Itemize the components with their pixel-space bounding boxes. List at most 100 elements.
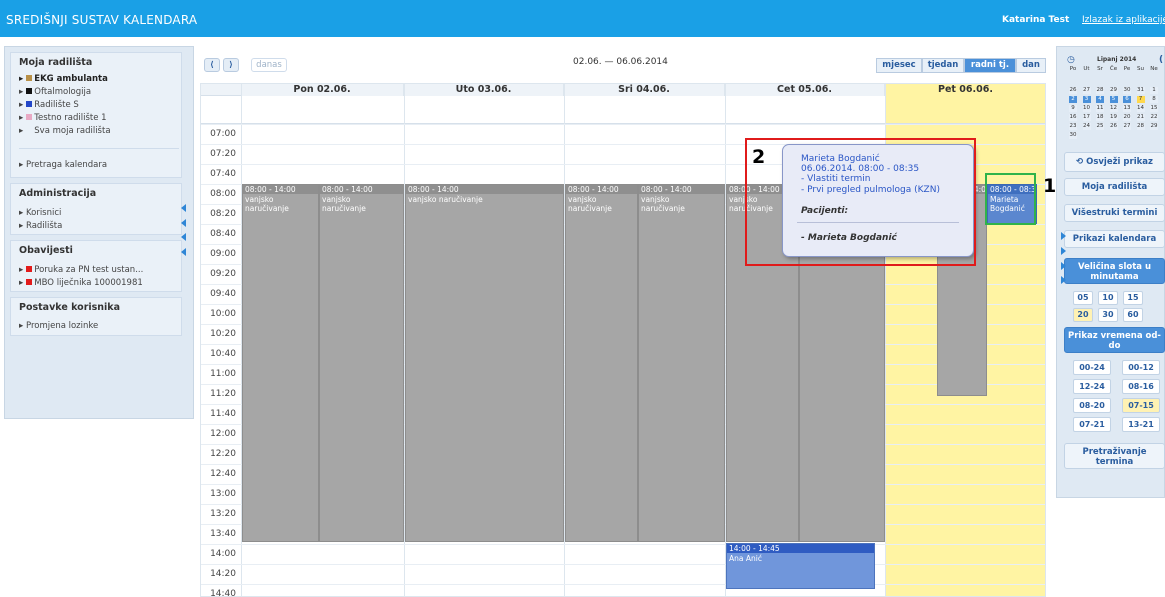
time-range-option[interactable]: 07-15 xyxy=(1122,398,1160,413)
calendar-day[interactable]: 21 xyxy=(1136,114,1145,121)
slot-option[interactable]: 15 xyxy=(1123,291,1143,305)
my-sites-button[interactable]: Moja radilišta xyxy=(1064,178,1165,196)
view-week-button[interactable]: tjedan xyxy=(922,58,964,73)
slot-option[interactable]: 05 xyxy=(1073,291,1093,305)
calendar-day[interactable]: 16 xyxy=(1069,114,1077,121)
calendar-day[interactable]: 27 xyxy=(1082,87,1091,94)
sidebar-item-testno[interactable]: ▸ Testno radilište 1 xyxy=(19,113,107,123)
expand-arrow-icon[interactable] xyxy=(1061,262,1066,270)
expand-arrow-icon[interactable] xyxy=(1061,276,1066,284)
next-month-icon[interactable]: ( xyxy=(1159,55,1163,65)
sidebar-item-all-sites[interactable]: ▸ Sva moja radilišta xyxy=(19,126,111,136)
weekday-label: Su xyxy=(1137,66,1144,72)
time-range-option[interactable]: 13-21 xyxy=(1122,417,1160,432)
expand-arrow-icon[interactable] xyxy=(1061,232,1066,240)
mini-calendar[interactable]: ◷ Lipanj 2014 ( Po Ut Sr Če Pe Su Ne 26 27 28 29 30… xyxy=(1067,55,1165,145)
time-label: 10:40 xyxy=(210,349,236,359)
calendar-day[interactable]: 24 xyxy=(1082,123,1091,130)
prev-month-icon[interactable]: ◷ xyxy=(1067,55,1075,65)
calendar-day[interactable]: 17 xyxy=(1082,114,1091,121)
calendar-day[interactable]: 9 xyxy=(1069,105,1077,112)
logout-link[interactable]: Izlazak iz aplikacije xyxy=(1082,15,1165,25)
calendar-day[interactable]: 23 xyxy=(1069,123,1077,130)
prev-button[interactable]: ⟨ xyxy=(204,58,220,72)
slot-option[interactable]: 30 xyxy=(1098,308,1118,322)
calendar-day[interactable]: 28 xyxy=(1136,123,1145,130)
expand-arrow-icon[interactable] xyxy=(1061,247,1066,255)
next-button[interactable]: ⟩ xyxy=(223,58,239,72)
multi-appointments-button[interactable]: Višestruki termini xyxy=(1064,204,1165,222)
time-label: 07:00 xyxy=(210,129,236,139)
calendar-day[interactable]: 30 xyxy=(1123,87,1131,94)
collapse-arrow-icon[interactable] xyxy=(181,233,186,241)
calendar-day[interactable]: 3 xyxy=(1082,96,1091,103)
slot-option[interactable]: 10 xyxy=(1098,291,1118,305)
sidebar-item-users[interactable]: ▸ Korisnici xyxy=(19,208,61,218)
calendar-day[interactable]: 26 xyxy=(1109,123,1118,130)
appointment-block[interactable]: 08:00 - 14:00 vanjsko naručivanje xyxy=(242,184,319,542)
appointment-block[interactable]: 08:00 - 14:00 vanjsko naručivanje xyxy=(638,184,725,542)
time-range-option[interactable]: 07-21 xyxy=(1073,417,1111,432)
day-header: Čet 05.06. xyxy=(725,84,885,96)
calendar-day[interactable]: 18 xyxy=(1096,114,1104,121)
calendar-day[interactable]: 20 xyxy=(1123,114,1131,121)
calendar-day[interactable]: 10 xyxy=(1082,105,1091,112)
search-appointments-button[interactable]: Pretraživanje termina xyxy=(1064,443,1165,469)
section-title-settings: Postavke korisnika xyxy=(19,302,121,313)
time-range-option[interactable]: 12-24 xyxy=(1073,379,1111,394)
appointment-block[interactable]: 08:00 - 14:00 vanjsko naručivanje xyxy=(405,184,564,542)
slot-option[interactable]: 20 xyxy=(1073,308,1093,322)
calendar-day[interactable]: 19 xyxy=(1109,114,1118,121)
calendar-day[interactable]: 29 xyxy=(1109,87,1118,94)
calendar-day[interactable]: 1 xyxy=(1150,87,1158,94)
calendar-day[interactable]: 7 xyxy=(1136,96,1145,103)
view-day-button[interactable]: dan xyxy=(1016,58,1046,73)
collapse-arrow-icon[interactable] xyxy=(181,204,186,212)
time-range-option[interactable]: 08-20 xyxy=(1073,398,1111,413)
sidebar-item-search-calendar[interactable]: ▸ Pretraga kalendara xyxy=(19,148,179,170)
calendar-day[interactable]: 22 xyxy=(1150,114,1158,121)
collapse-arrow-icon[interactable] xyxy=(181,219,186,227)
calendar-day[interactable]: 8 xyxy=(1150,96,1158,103)
refresh-button[interactable]: ⟲ Osvježi prikaz xyxy=(1064,152,1165,172)
calendar-day[interactable]: 29 xyxy=(1150,123,1158,130)
sidebar-item-notice-1[interactable]: ▸ Poruka za PN test ustan... xyxy=(19,265,143,275)
time-label: 13:40 xyxy=(210,529,236,539)
slot-option[interactable]: 60 xyxy=(1123,308,1143,322)
calendar-day[interactable]: 28 xyxy=(1096,87,1104,94)
calendar-day[interactable]: 30 xyxy=(1069,132,1077,139)
appointment-block[interactable]: 08:00 - 14:00 vanjsko naručivanje xyxy=(565,184,638,542)
appointment-block[interactable]: 08:00 - 14:00 vanjsko naručivanje xyxy=(319,184,404,542)
appointment-ana[interactable]: 14:00 - 14:45 Ana Anić xyxy=(726,543,875,589)
calendar-day[interactable]: 26 xyxy=(1069,87,1077,94)
calendar-day[interactable]: 25 xyxy=(1096,123,1104,130)
calendar-day[interactable]: 5 xyxy=(1109,96,1118,103)
sidebar-item-sites[interactable]: ▸ Radilišta xyxy=(19,221,62,231)
sidebar-item-change-password[interactable]: ▸ Promjena lozinke xyxy=(19,321,98,331)
calendar-day[interactable]: 31 xyxy=(1136,87,1145,94)
calendar-day[interactable]: 4 xyxy=(1096,96,1104,103)
time-range-option[interactable]: 00-12 xyxy=(1122,360,1160,375)
time-label: 08:20 xyxy=(210,209,236,219)
show-calendars-button[interactable]: Prikazi kalendara xyxy=(1064,230,1165,248)
calendar-day[interactable]: 11 xyxy=(1096,105,1104,112)
calendar-day[interactable]: 14 xyxy=(1136,105,1145,112)
time-range-option[interactable]: 08-16 xyxy=(1122,379,1160,394)
today-button[interactable]: danas xyxy=(251,58,287,72)
calendar-day[interactable]: 13 xyxy=(1123,105,1131,112)
calendar-day[interactable]: 12 xyxy=(1109,105,1118,112)
calendar-day[interactable]: 15 xyxy=(1150,105,1158,112)
time-label: 07:40 xyxy=(210,169,236,179)
time-range-option[interactable]: 00-24 xyxy=(1073,360,1111,375)
calendar-day[interactable]: 2 xyxy=(1069,96,1077,103)
sidebar-item-ekg[interactable]: ▸ EKG ambulanta xyxy=(19,74,108,84)
sidebar-item-radiliste-s[interactable]: ▸ Radilište S xyxy=(19,100,79,110)
time-label: 10:20 xyxy=(210,329,236,339)
collapse-arrow-icon[interactable] xyxy=(181,248,186,256)
view-work-week-button[interactable]: radni tj. xyxy=(964,58,1016,73)
sidebar-item-notice-2[interactable]: ▸ MBO liječnika 100001981 xyxy=(19,278,143,288)
calendar-day[interactable]: 6 xyxy=(1123,96,1131,103)
calendar-day[interactable]: 27 xyxy=(1123,123,1131,130)
sidebar-item-oftalmologija[interactable]: ▸ Oftalmologija xyxy=(19,87,91,97)
view-month-button[interactable]: mjesec xyxy=(876,58,922,73)
